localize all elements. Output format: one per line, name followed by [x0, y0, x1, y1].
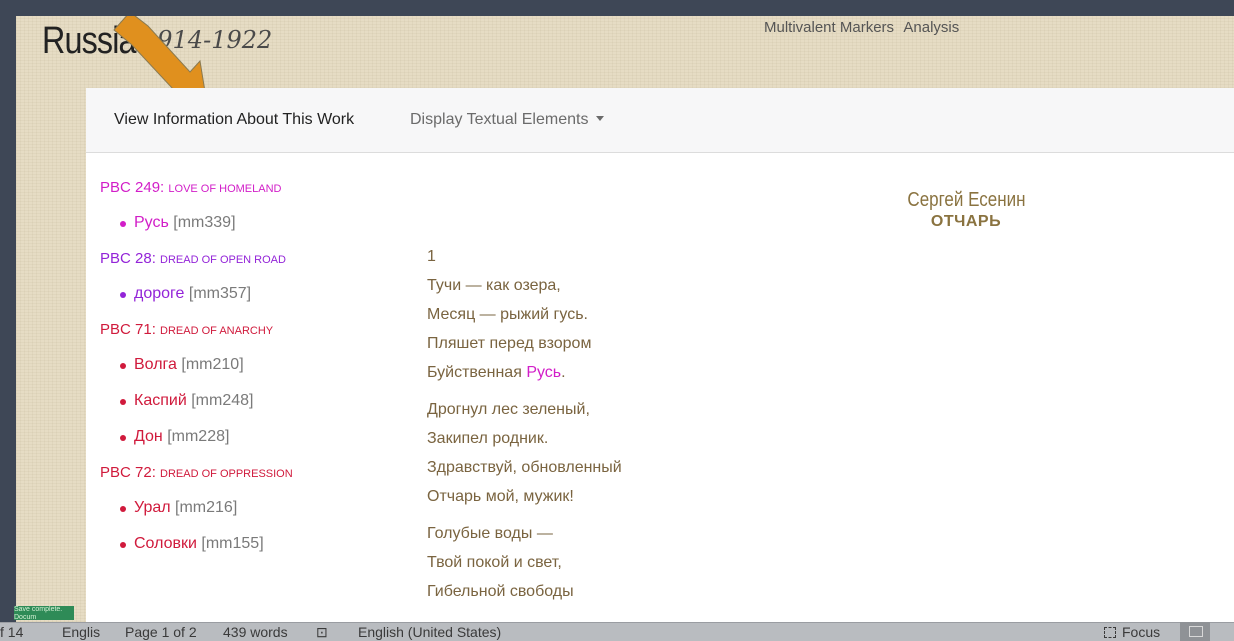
link-analysis[interactable]: Analysis	[903, 19, 959, 36]
browser-viewport: Russia 1914-1922 Multivalent Markers Ana…	[16, 16, 1234, 622]
word-statusbar: f 14 Englis Page 1 of 2 439 words ⊡ Engl…	[0, 622, 1234, 641]
poem-line: Дрогнул лес зеленый,	[427, 401, 590, 418]
display-elements-dropdown[interactable]: Display Textual Elements	[410, 111, 605, 129]
language-short[interactable]: Englis	[62, 624, 100, 640]
marker-name: Dread of oppression	[160, 468, 293, 480]
marker-highlight[interactable]: Русь	[526, 364, 561, 381]
marker-code: PBC 72:	[100, 464, 156, 481]
marker-word-item[interactable]: Дон [mm228]	[120, 428, 410, 446]
marker-word: Дон	[134, 428, 163, 445]
link-multivalent-markers[interactable]: Multivalent Markers	[764, 19, 894, 36]
marker-name: Dread of open road	[160, 254, 286, 266]
marker-word-item[interactable]: Соловки [mm155]	[120, 535, 410, 553]
marker-code: PBC 28:	[100, 250, 156, 267]
language-indicator[interactable]: English (United States)	[358, 624, 501, 640]
view-info-link[interactable]: View Information About This Work	[114, 111, 354, 129]
focus-icon	[1104, 627, 1116, 638]
poem-line: Отчарь мой, мужик!	[427, 488, 574, 505]
print-layout-icon[interactable]	[1180, 622, 1210, 641]
poem-line: Твой покой и свет,	[427, 554, 562, 571]
marker-word-item[interactable]: Урал [mm216]	[120, 499, 410, 517]
marker-ref: [mm155]	[201, 535, 264, 552]
work-author-block: Сергей Есенин ОТЧАРЬ	[846, 189, 1086, 231]
work-content: PBC 249: Love of homeland Русь [mm339] P…	[86, 153, 1234, 622]
word-count[interactable]: 439 words	[223, 624, 288, 640]
marker-word-item[interactable]: Каспий [mm248]	[120, 392, 410, 410]
focus-button[interactable]: Focus	[1104, 624, 1160, 640]
work-navbar: View Information About This Work Display…	[86, 88, 1234, 153]
marker-code: PBC 71:	[100, 321, 156, 338]
work-title: ОТЧАРЬ	[930, 213, 1002, 230]
page-indicator[interactable]: Page 1 of 2	[125, 624, 197, 640]
marker-word: Урал	[134, 499, 171, 516]
poem-text: 1 Тучи — как озера, Месяц — рыжий гусь. …	[427, 247, 622, 611]
marker-heading[interactable]: PBC 71: Dread of anarchy	[100, 321, 410, 338]
marker-heading[interactable]: PBC 249: Love of homeland	[100, 179, 410, 196]
poem-section-number: 1	[427, 248, 436, 265]
marker-list: PBC 249: Love of homeland Русь [mm339] P…	[100, 179, 410, 571]
marker-heading[interactable]: PBC 28: Dread of open road	[100, 250, 410, 267]
marker-ref: [mm210]	[181, 356, 244, 373]
marker-word: Соловки	[134, 535, 197, 552]
poem-line-highlighted: Буйственная Русь.	[427, 364, 566, 381]
marker-word: Волга	[134, 356, 177, 373]
marker-name: Love of homeland	[168, 183, 282, 195]
marker-word: Каспий	[134, 392, 187, 409]
marker-word: дороге	[134, 285, 185, 302]
marker-ref: [mm248]	[191, 392, 254, 409]
poem-line: Гибельной свободы	[427, 583, 574, 600]
marker-ref: [mm357]	[188, 285, 252, 302]
marker-word-item[interactable]: дороге [mm357]	[120, 285, 410, 303]
marker-name: Dread of anarchy	[160, 325, 274, 337]
page-count: f 14	[0, 624, 24, 640]
marker-code: PBC 249:	[100, 179, 165, 196]
caret-down-icon	[596, 116, 605, 121]
marker-heading[interactable]: PBC 72: Dread of oppression	[100, 464, 410, 481]
focus-label: Focus	[1122, 624, 1161, 640]
marker-ref: [mm228]	[167, 428, 230, 445]
marker-ref: [mm339]	[173, 214, 236, 231]
display-elements-label: Display Textual Elements	[410, 111, 589, 128]
marker-words: Русь [mm339]	[100, 214, 410, 232]
marker-word-item[interactable]: Волга [mm210]	[120, 356, 410, 374]
marker-word: Русь	[134, 214, 169, 231]
author-name: Сергей Есенин	[906, 189, 1026, 211]
poem-line: Голубые воды —	[427, 525, 553, 542]
marker-ref: [mm216]	[175, 499, 238, 516]
marker-word-item[interactable]: Русь [mm339]	[120, 214, 410, 232]
poem-line: Пляшет перед взором	[427, 335, 592, 352]
poem-line: Закипел родник.	[427, 430, 549, 447]
marker-words: Урал [mm216] Соловки [mm155]	[100, 499, 410, 553]
save-notification: Save complete. Docum	[14, 606, 74, 620]
poem-line: Здравствуй, обновленный	[427, 459, 622, 476]
marker-words: Волга [mm210] Каспий [mm248] Дон [mm228]	[100, 356, 410, 446]
proofing-icon[interactable]: ⊡	[316, 624, 328, 641]
poem-line: Тучи — как озера,	[427, 277, 561, 294]
top-links: Multivalent Markers Analysis	[764, 19, 965, 36]
marker-words: дороге [mm357]	[100, 285, 410, 303]
poem-line: Месяц — рыжий гусь.	[427, 306, 588, 323]
